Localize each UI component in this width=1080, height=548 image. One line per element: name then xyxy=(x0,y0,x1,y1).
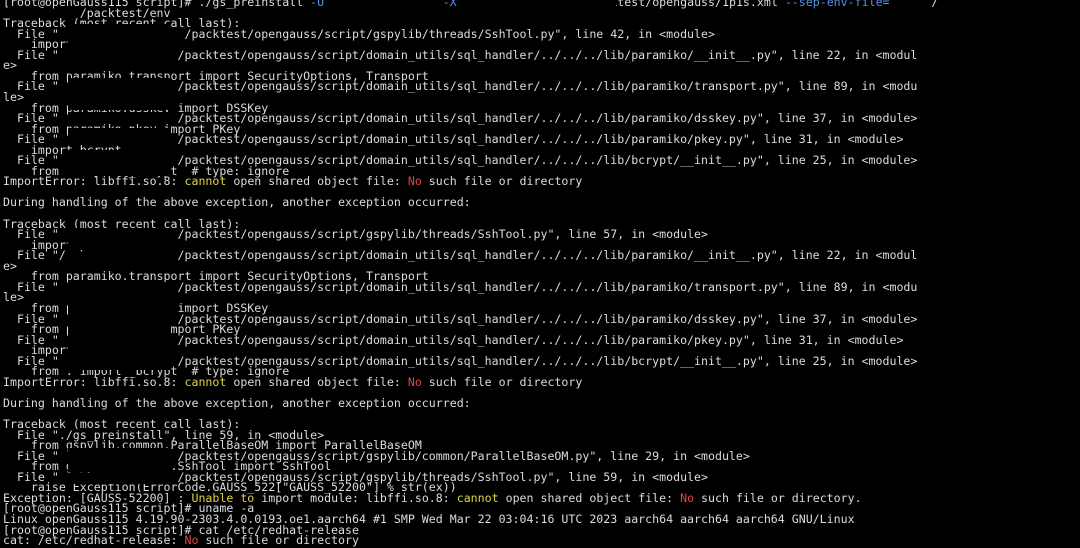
terminal-line: ImportError: libffi.so.8: cannot open sh… xyxy=(3,376,582,388)
redaction-box xyxy=(68,252,170,264)
redaction-box xyxy=(68,318,170,330)
terminal-text: open shared object file: xyxy=(226,374,408,389)
redaction-box xyxy=(68,128,170,142)
terminal-line: During handling of the above exception, … xyxy=(3,196,471,208)
terminal-text: ImportError: libffi.so.8: xyxy=(3,374,185,389)
redaction-box xyxy=(68,344,170,370)
terminal-text: such file or directory. xyxy=(694,490,862,505)
terminal-line: ImportError: libffi.so.8: cannot open sh… xyxy=(3,175,582,187)
terminal-text: -U xyxy=(310,0,325,9)
terminal-text: cannot xyxy=(184,374,227,389)
redaction-box xyxy=(68,78,170,94)
redaction-box xyxy=(68,228,170,250)
redaction-box xyxy=(68,96,170,110)
terminal-text: -X xyxy=(442,0,457,9)
terminal-text: cannot xyxy=(456,490,499,505)
terminal-text: cat: /etc/redhat-release: xyxy=(3,533,185,548)
terminal-text: During handling of the above exception, … xyxy=(3,395,471,410)
terminal-text: cannot xyxy=(184,174,227,189)
terminal-text: open shared object file: xyxy=(498,490,681,505)
terminal-text: such file or directory xyxy=(198,533,359,548)
terminal-text: During handling of the above exception, … xyxy=(3,195,471,210)
redaction-box xyxy=(68,330,170,340)
terminal-text: No xyxy=(407,374,422,389)
terminal-text: such file or directory xyxy=(421,374,583,389)
terminal-text: open shared object file: xyxy=(226,174,408,189)
redaction-box xyxy=(68,24,170,54)
redaction-box xyxy=(68,112,170,122)
terminal-text: / xyxy=(889,0,939,9)
redaction-box xyxy=(466,0,508,10)
redaction-box xyxy=(68,150,170,176)
terminal-text: --sep-env-file= xyxy=(777,0,890,9)
redaction-box xyxy=(68,474,170,484)
terminal-text: No xyxy=(407,174,422,189)
redaction-box xyxy=(962,0,998,10)
redaction-box xyxy=(68,282,170,298)
terminal-text: import module: libffi.so.8: xyxy=(254,490,457,505)
terminal-text: ImportError: libffi.so.8: xyxy=(3,174,185,189)
redaction-box xyxy=(68,448,170,472)
terminal-text: No xyxy=(184,533,199,548)
terminal-line: During handling of the above exception, … xyxy=(3,397,471,409)
terminal-line: cat: /etc/redhat-release: No such file o… xyxy=(3,534,359,546)
redaction-box xyxy=(68,300,170,318)
terminal-text: No xyxy=(680,490,695,505)
terminal-text: such file or directory xyxy=(421,174,583,189)
terminal-window[interactable]: [root@openGauss115 script]# ./gs_preinst… xyxy=(0,0,1080,548)
redaction-box xyxy=(366,0,426,10)
redaction-box xyxy=(530,0,616,10)
